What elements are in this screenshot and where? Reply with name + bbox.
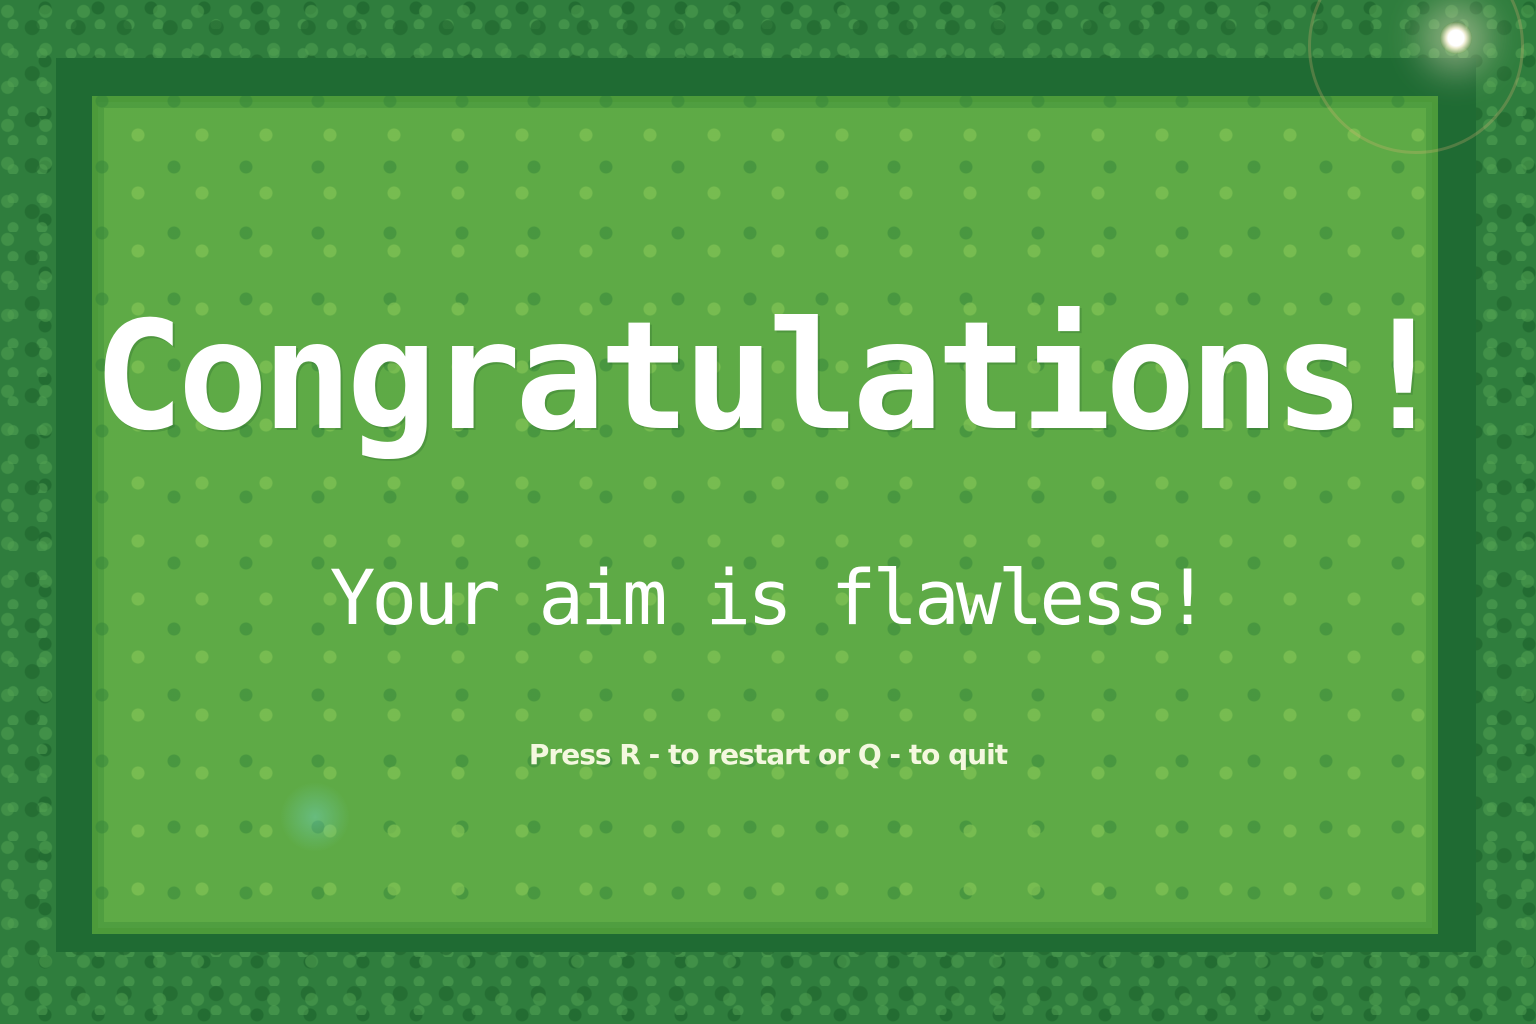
congratulations-title: Congratulations! <box>93 290 1449 464</box>
end-screen: Congratulations! Your aim is flawless! P… <box>0 0 1536 1024</box>
result-message: Your aim is flawless! <box>329 553 1211 642</box>
restart-quit-hint: Press R - to restart or Q - to quit <box>528 738 1008 771</box>
light-flare-icon <box>1440 22 1472 54</box>
lens-flare-dot <box>280 782 350 852</box>
